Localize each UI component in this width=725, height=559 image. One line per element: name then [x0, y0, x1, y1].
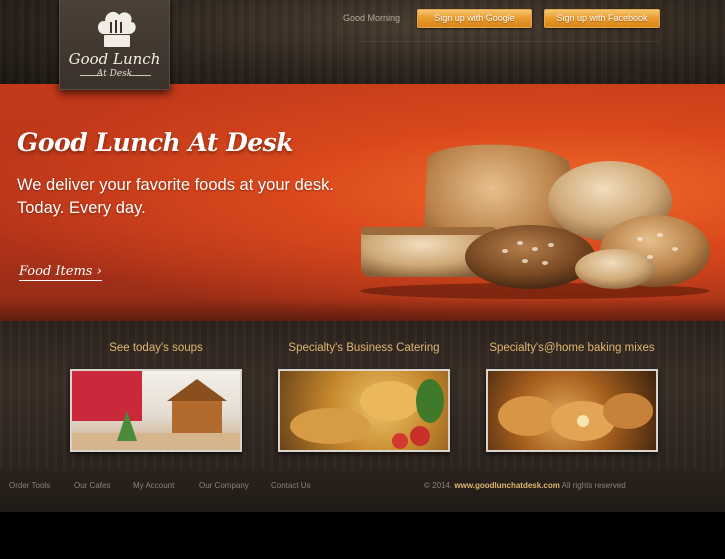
- gingerbread-house-image: [72, 371, 240, 450]
- catering-platter-image: [290, 379, 444, 449]
- copyright-prefix: © 2014.: [424, 481, 453, 490]
- copyright-notice: © 2014. www.goodlunchatdesk.com All righ…: [424, 481, 626, 490]
- pastries-image: [498, 393, 653, 441]
- hero-tagline: We deliver your favorite foods at your d…: [17, 174, 334, 220]
- bread-loaves-image: [360, 144, 710, 299]
- signup-google-button[interactable]: Sign up with Google: [417, 9, 532, 28]
- chef-hat-icon: [97, 11, 136, 47]
- footer-link-order-tools[interactable]: Order Tools: [9, 481, 50, 490]
- logo-title: Good Lunch: [68, 50, 161, 68]
- feature-title[interactable]: Specialty's Business Catering: [258, 342, 470, 354]
- features-section: See today's soups Specialty's Business C…: [0, 321, 725, 470]
- copyright-suffix: All rights reserved: [561, 481, 626, 490]
- footer-link-our-company[interactable]: Our Company: [199, 481, 249, 490]
- footer-link-my-account[interactable]: My Account: [133, 481, 174, 490]
- feature-image-baking[interactable]: [486, 369, 658, 452]
- site-footer: Order Tools Our Cafes My Account Our Com…: [0, 470, 725, 512]
- signup-facebook-button[interactable]: Sign up with Facebook: [544, 9, 660, 28]
- feature-image-catering[interactable]: [278, 369, 450, 452]
- hero-tagline-line2: Today. Every day.: [17, 199, 146, 217]
- hero-banner: Good Lunch At Desk We deliver your favor…: [0, 84, 725, 321]
- feature-title[interactable]: See today's soups: [50, 342, 262, 354]
- site-logo[interactable]: Good Lunch At Desk: [59, 0, 170, 90]
- footer-link-our-cafes[interactable]: Our Cafes: [74, 481, 110, 490]
- food-items-link[interactable]: Food Items ›: [19, 264, 102, 281]
- feature-image-soups[interactable]: [70, 369, 242, 452]
- logo-subtitle: At Desk: [96, 69, 133, 79]
- greeting-text: Good Morning: [343, 13, 401, 23]
- header-divider: [360, 41, 660, 42]
- footer-link-contact-us[interactable]: Contact Us: [271, 481, 311, 490]
- hero-tagline-line1: We deliver your favorite foods at your d…: [17, 176, 335, 194]
- feature-title[interactable]: Specialty's@home baking mixes: [466, 342, 678, 354]
- hero-title: Good Lunch At Desk: [17, 128, 294, 157]
- logo-divider-right: [129, 75, 151, 76]
- site-url-link[interactable]: www.goodlunchatdesk.com: [454, 481, 560, 490]
- site-header: Good Lunch At Desk Good Morning Sign up …: [0, 0, 725, 90]
